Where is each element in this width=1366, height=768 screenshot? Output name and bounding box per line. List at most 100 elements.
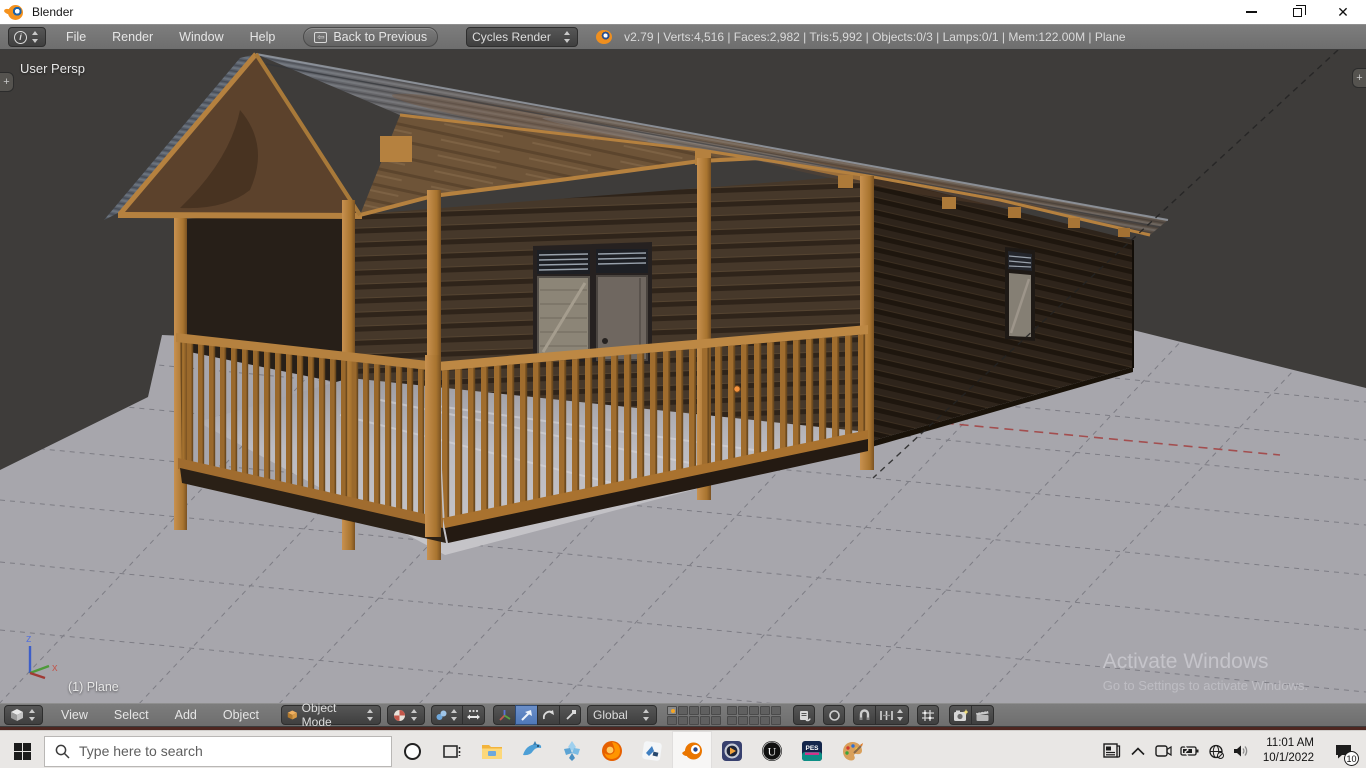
translate-manipulator-toggle[interactable] (515, 705, 538, 725)
blender-window: Blender ✕ i File Render Window Help ⇦ Ba… (0, 0, 1366, 768)
unreal-engine-icon: U (762, 741, 782, 761)
manipulator-toggle[interactable] (493, 705, 516, 725)
updown-arrows-icon (642, 709, 651, 721)
blender-logo-icon (596, 30, 613, 44)
taskbar-app-blender[interactable] (672, 730, 712, 768)
snap-element-select[interactable] (875, 705, 910, 725)
menu-add[interactable]: Add (163, 708, 209, 722)
snap-toggle[interactable] (853, 705, 876, 725)
pivot-point-icon (436, 710, 447, 720)
viewport-shading-select[interactable] (387, 705, 426, 725)
tray-overflow-button[interactable] (1127, 736, 1149, 766)
scale-manipulator-toggle[interactable] (559, 705, 582, 725)
snap-grid-toggle[interactable] (917, 705, 940, 725)
door-knob (602, 338, 608, 344)
task-view-button[interactable] (432, 731, 472, 768)
task-view-icon (442, 744, 460, 758)
layers-grid-1[interactable] (667, 705, 722, 725)
layer-cell[interactable] (667, 705, 678, 715)
mode-select[interactable]: Object Mode (281, 701, 382, 729)
blender-icon (681, 742, 702, 759)
3d-scene-canvas[interactable]: z x (0, 50, 1366, 703)
taskbar-app-media-player[interactable] (712, 731, 752, 768)
scene-lock-toggle[interactable] (793, 705, 816, 725)
opengl-render-icon (954, 708, 969, 721)
menu-object[interactable]: Object (211, 708, 271, 722)
3d-view-header: View Select Add Object Object Mode Globa… (0, 701, 1366, 729)
pes2021-icon: PES (802, 741, 822, 761)
cortana-button[interactable] (392, 742, 432, 760)
3d-view-editor-icon (11, 709, 23, 721)
taskbar-app-pes2021[interactable]: PES (792, 731, 832, 768)
snap-increment-icon (880, 710, 893, 720)
back-arrow-icon: ⇦ (314, 31, 328, 43)
news-widget-button[interactable] (1101, 736, 1123, 766)
opengl-render-button[interactable] (949, 705, 972, 725)
clock-time: 11:01 AM (1266, 737, 1314, 750)
menu-window[interactable]: Window (167, 30, 235, 44)
updown-arrows-icon (31, 31, 40, 43)
layers-grid-2[interactable] (727, 705, 782, 725)
taskbar-app-paint[interactable] (832, 731, 872, 768)
transform-orientation-select[interactable]: Global (587, 705, 658, 725)
clock-date: 10/1/2022 (1262, 752, 1314, 764)
editor-type-selector[interactable]: i (8, 27, 46, 47)
windows-taskbar: Type here to search U PES 11:01 AM 10/1/… (0, 730, 1366, 768)
news-icon (1103, 743, 1120, 758)
window-title: Blender (32, 5, 74, 19)
taskbar-app-dolphin[interactable] (512, 731, 552, 768)
file-explorer-icon (482, 745, 502, 759)
cortana-icon (403, 742, 421, 760)
close-button[interactable]: ✕ (1320, 0, 1366, 24)
opengl-render-animation-button[interactable] (971, 705, 995, 725)
pivot-point-select[interactable] (431, 705, 463, 725)
render-engine-select[interactable]: Cycles Render (466, 27, 579, 47)
proportional-edit-select[interactable] (823, 705, 846, 725)
menu-help[interactable]: Help (238, 30, 288, 44)
menu-file[interactable]: File (54, 30, 98, 44)
updown-arrows-icon (410, 709, 419, 721)
taskbar-app-ppsspp[interactable] (552, 731, 592, 768)
network-status[interactable] (1205, 736, 1227, 766)
scene-lock-icon (799, 710, 811, 721)
back-to-previous-button[interactable]: ⇦ Back to Previous (303, 27, 439, 47)
side-window (1005, 247, 1035, 341)
rotate-manipulator-toggle[interactable] (537, 705, 560, 725)
taskbar-app-firefox[interactable] (592, 731, 632, 768)
volume-control[interactable] (1231, 736, 1253, 766)
meet-now-button[interactable] (1153, 736, 1175, 766)
taskbar-clock[interactable]: 11:01 AM 10/1/2022 (1257, 736, 1322, 766)
threeds-app-icon (642, 741, 662, 761)
notification-badge: 10 (1344, 751, 1359, 766)
ppsspp-icon (564, 741, 580, 761)
updown-arrows-icon (896, 709, 905, 721)
editor-type-selector[interactable] (4, 705, 43, 725)
menu-render[interactable]: Render (100, 30, 165, 44)
axis-x-label: x (52, 662, 58, 674)
battery-icon (1180, 745, 1199, 757)
3d-viewport[interactable]: z x User Persp (1) Plane + + Activate Wi… (0, 50, 1366, 703)
expand-region-tab-left[interactable]: + (0, 72, 14, 92)
object-mode-cube-icon (287, 710, 297, 720)
svg-text:U: U (768, 745, 777, 759)
restore-icon (1292, 4, 1306, 17)
title-bar: Blender ✕ (0, 0, 1366, 24)
taskbar-app-unreal[interactable]: U (752, 731, 792, 768)
minimize-button[interactable] (1228, 0, 1274, 24)
start-button[interactable] (0, 731, 44, 768)
taskbar-search[interactable]: Type here to search (44, 735, 392, 767)
snap-grid-icon (922, 709, 935, 721)
info-header: i File Render Window Help ⇦ Back to Prev… (0, 24, 1366, 50)
menu-select[interactable]: Select (102, 708, 161, 722)
menu-view[interactable]: View (49, 708, 100, 722)
battery-status[interactable] (1179, 736, 1201, 766)
restore-button[interactable] (1274, 0, 1320, 24)
proportional-edit-icon (828, 709, 840, 721)
taskbar-app-file-explorer[interactable] (472, 731, 512, 768)
meet-now-icon (1155, 745, 1172, 757)
action-center-button[interactable]: 10 (1326, 734, 1360, 768)
manipulator-center-toggle[interactable] (462, 705, 486, 725)
expand-region-tab-right[interactable]: + (1352, 68, 1366, 88)
taskbar-app-3d-tool[interactable] (632, 731, 672, 768)
active-object-label: (1) Plane (68, 680, 119, 694)
